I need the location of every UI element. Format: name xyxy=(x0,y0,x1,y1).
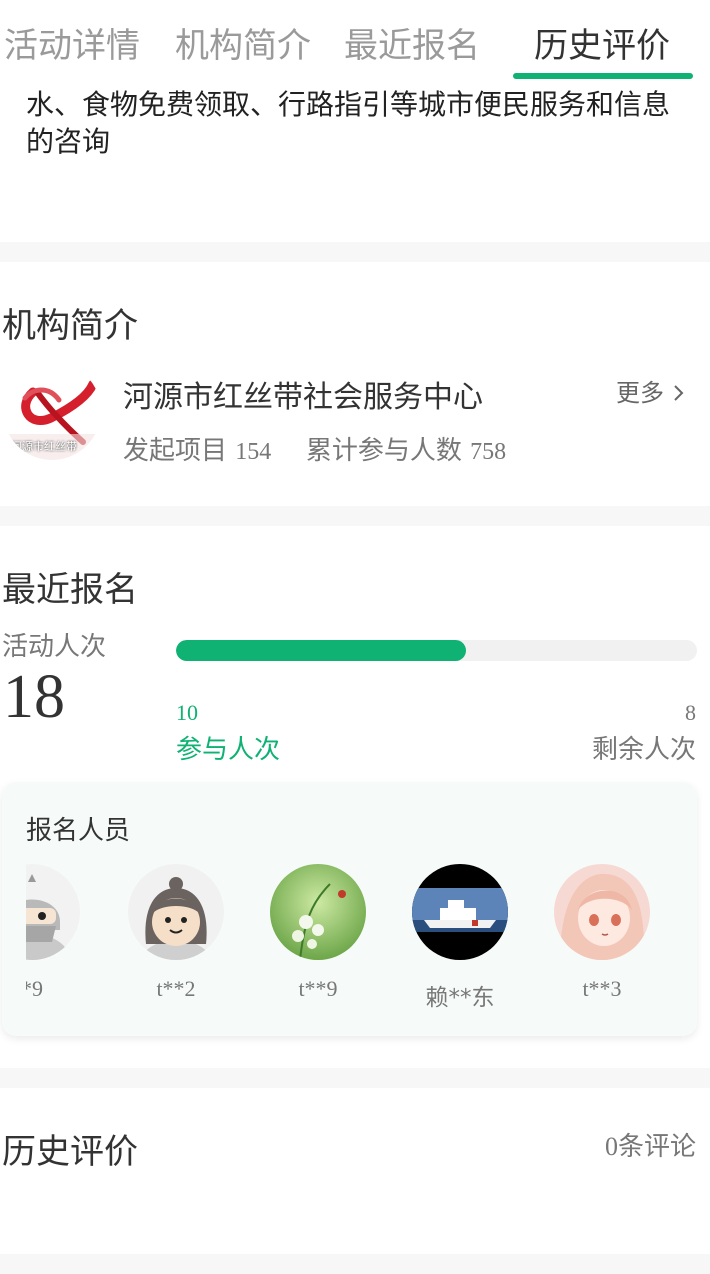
remaining-label: 剩余人次 xyxy=(591,735,696,765)
member-avatar xyxy=(412,864,508,960)
tab-org-intro[interactable]: 机构简介 xyxy=(175,18,311,67)
review-count: 0条评论 xyxy=(605,1126,696,1163)
section-divider xyxy=(0,1254,710,1274)
member-name: t**3 xyxy=(582,976,622,1001)
girl-avatar-icon xyxy=(128,864,224,960)
section-divider xyxy=(0,242,710,262)
member-name: t**9 xyxy=(298,976,338,1001)
members-scroll-list[interactable]: *9 t**2 xyxy=(26,782,697,1036)
page: 活动详情 机构简介 最近报名 历史评价 水、食物免费领取、行路指引等城市便民服务… xyxy=(0,0,710,1274)
joined-label: 参与人次 xyxy=(176,735,281,765)
participants-count: 758 xyxy=(470,439,507,465)
lily-flower-avatar-icon xyxy=(270,864,366,960)
org-stats: 发起项目 154 累计参与人数 758 xyxy=(123,430,506,467)
activity-description: 水、食物免费领取、行路指引等城市便民服务和信息的咨询 xyxy=(26,88,671,158)
member-name: *9 xyxy=(26,976,43,1001)
member-avatar xyxy=(270,864,366,960)
section-divider xyxy=(0,1068,710,1088)
reviews-section-title: 历史评价 xyxy=(2,1132,138,1172)
signup-progress-fill xyxy=(176,640,466,661)
member-avatar xyxy=(128,864,224,960)
tab-bar: 活动详情 机构简介 最近报名 历史评价 xyxy=(0,0,710,80)
org-logo-caption: 河源市红丝带 xyxy=(11,440,77,453)
tab-recent-signup[interactable]: 最近报名 xyxy=(344,18,480,67)
member-avatar xyxy=(554,864,650,960)
ship-avatar-icon xyxy=(412,864,508,960)
chevron-right-icon xyxy=(673,385,684,401)
joined-count: 10 xyxy=(176,700,198,725)
review-count-suffix: 条评论 xyxy=(617,1132,696,1162)
org-more-label: 更多 xyxy=(616,379,664,407)
org-logo[interactable]: 河源市红丝带 xyxy=(3,362,101,460)
member-avatar xyxy=(26,864,80,960)
tab-history-reviews[interactable]: 历史评价 xyxy=(534,18,670,67)
member-name: 赖**东 xyxy=(425,985,495,1011)
members-card: 报名人员 *9 xyxy=(2,782,697,1036)
activity-count: 18 xyxy=(3,663,65,731)
org-name[interactable]: 河源市红丝带社会服务中心 xyxy=(123,372,483,416)
projects-count: 154 xyxy=(235,439,272,465)
active-tab-indicator xyxy=(513,73,693,79)
signup-progress-bar xyxy=(176,640,697,661)
activity-count-label: 活动人次 xyxy=(2,632,107,662)
signup-section-title: 最近报名 xyxy=(2,570,138,610)
org-section-title: 机构简介 xyxy=(2,306,138,346)
review-count-number: 0 xyxy=(604,1132,618,1161)
section-divider xyxy=(0,506,710,526)
org-more-link[interactable]: 更多 xyxy=(616,373,686,408)
member-name: t**2 xyxy=(156,976,196,1001)
participants-label: 累计参与人数 xyxy=(305,436,462,466)
ninja-avatar-icon xyxy=(26,864,80,960)
remaining-count: 8 xyxy=(685,700,696,725)
projects-label: 发起项目 xyxy=(123,436,228,466)
tab-activity-details[interactable]: 活动详情 xyxy=(4,18,140,67)
anime-girl-avatar-icon xyxy=(554,864,650,960)
